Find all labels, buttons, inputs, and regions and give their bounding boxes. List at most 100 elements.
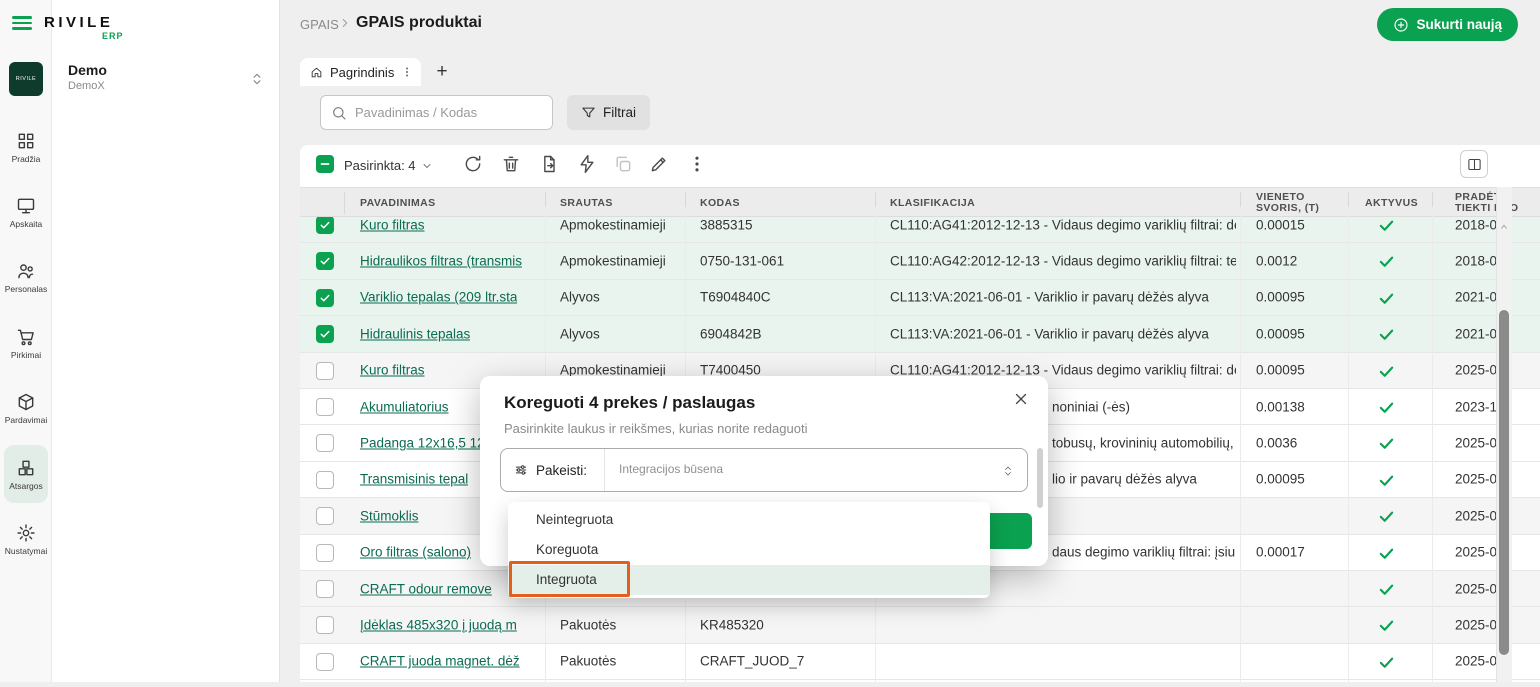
cell-vieneto-svoris: 0.0036 xyxy=(1256,436,1297,451)
row-checkbox[interactable] xyxy=(316,434,334,452)
vertical-scrollbar-thumb[interactable] xyxy=(1499,310,1509,655)
select-all-checkbox[interactable] xyxy=(316,155,334,173)
row-checkbox[interactable] xyxy=(316,289,334,307)
rail-item[interactable]: Personalas xyxy=(4,249,48,307)
cell-pradeta: 2025-0 xyxy=(1455,618,1497,633)
row-checkbox[interactable] xyxy=(316,507,334,525)
product-link[interactable]: Padanga 12x16,5 12 xyxy=(360,436,485,451)
col-aktyvus[interactable]: Aktyvus xyxy=(1365,188,1418,218)
table-row[interactable]: Įdėklas 485x320 į juodą m Pakuotės KR485… xyxy=(300,607,1540,643)
cell-pradeta: 2025-0 xyxy=(1455,545,1497,560)
product-link[interactable]: CRAFT odour remove xyxy=(360,581,492,596)
change-field[interactable]: Pakeisti: Integracijos būsena xyxy=(500,448,1028,492)
selection-count[interactable]: Pasirinkta: 4 xyxy=(344,158,433,173)
product-link[interactable]: Įdėklas 485x320 į juodą m xyxy=(360,618,517,633)
tab-pagrindinis[interactable]: Pagrindinis xyxy=(300,58,421,86)
close-icon[interactable] xyxy=(1012,390,1030,408)
product-link[interactable]: Stūmoklis xyxy=(360,508,419,523)
cell-klasifikacija: CL113:VA:2021-06-01 - Variklio ir pavarų… xyxy=(890,290,1236,305)
row-checkbox[interactable] xyxy=(316,325,334,343)
menu-toggle-icon[interactable] xyxy=(12,16,32,32)
col-pradeta[interactable]: Pradėta tiekti nuo xyxy=(1455,188,1525,218)
modal-title: Koreguoti 4 prekes / paslaugas xyxy=(504,393,755,413)
dropdown-option-integruota[interactable]: Integruota xyxy=(508,565,990,595)
sliders-icon xyxy=(514,463,528,477)
cell-pradeta: 2025-0 xyxy=(1455,508,1497,523)
org-switcher-icon[interactable] xyxy=(250,70,264,88)
modal-scrollbar-thumb[interactable] xyxy=(1037,448,1043,508)
integration-bolt-icon[interactable] xyxy=(577,154,597,174)
tab-kebab-icon[interactable] xyxy=(401,66,413,78)
cell-vieneto-svoris: 0.0012 xyxy=(1256,254,1297,269)
active-check-icon xyxy=(1378,399,1395,416)
row-checkbox[interactable] xyxy=(316,616,334,634)
cell-srautas: Apmokestinamieji xyxy=(560,254,666,269)
row-checkbox[interactable] xyxy=(316,252,334,270)
row-checkbox[interactable] xyxy=(316,544,334,562)
cell-pavadinimas: Variklio tepalas (209 ltr.sta xyxy=(360,290,517,305)
export-file-icon[interactable] xyxy=(539,154,559,174)
col-srautas[interactable]: Srautas xyxy=(560,188,613,218)
people-icon xyxy=(16,261,36,281)
table-row[interactable]: Variklio tepalas (209 ltr.sta Alyvos T69… xyxy=(300,280,1540,316)
delete-icon[interactable] xyxy=(501,154,521,174)
add-tab-button[interactable]: + xyxy=(430,59,454,85)
row-checkbox[interactable] xyxy=(316,471,334,489)
cell-vieneto-svoris: 0.00095 xyxy=(1256,326,1305,341)
cell-vieneto-svoris: 0.00095 xyxy=(1256,472,1305,487)
product-link[interactable]: Kuro filtras xyxy=(360,363,425,378)
rail-item[interactable]: Nustatymai xyxy=(4,510,48,568)
cell-pradeta: 2025-0 xyxy=(1455,363,1497,378)
rail-item[interactable]: Pardavimai xyxy=(4,380,48,438)
col-vieneto-svoris[interactable]: Vieneto svoris, (t) xyxy=(1256,188,1336,218)
col-kodas[interactable]: Kodas xyxy=(700,188,740,218)
rail-item[interactable]: Apskaita xyxy=(4,183,48,241)
dropdown-option-koreguota[interactable]: Koreguota xyxy=(508,535,990,565)
org-logo: RIVILE xyxy=(9,62,43,96)
table-row[interactable]: CRAFT juoda magnet. dėž Pakuotės CRAFT_J… xyxy=(300,644,1540,680)
product-link[interactable]: Variklio tepalas (209 ltr.sta xyxy=(360,290,517,305)
more-kebab-icon[interactable] xyxy=(687,154,707,174)
product-link[interactable]: Oro filtras (salono) xyxy=(360,545,471,560)
column-settings-button[interactable] xyxy=(1460,150,1488,178)
create-new-button[interactable]: Sukurti naują xyxy=(1377,8,1518,41)
row-checkbox[interactable] xyxy=(316,580,334,598)
search-box xyxy=(320,95,553,130)
active-check-icon xyxy=(1378,290,1395,307)
table-row[interactable]: Hidraulinis tepalas Alyvos 6904842B CL11… xyxy=(300,316,1540,352)
search-input[interactable] xyxy=(355,96,547,129)
rail-item[interactable]: Pirkimai xyxy=(4,314,48,372)
product-link[interactable]: Akumuliatorius xyxy=(360,399,449,414)
cell-srautas: Apmokestinamieji xyxy=(560,217,666,232)
filter-button[interactable]: Filtrai xyxy=(567,95,650,130)
create-new-label: Sukurti naują xyxy=(1416,17,1502,32)
row-checkbox[interactable] xyxy=(316,216,334,234)
product-link[interactable]: Transmisinis tepal xyxy=(360,472,468,487)
row-checkbox[interactable] xyxy=(316,653,334,671)
select-spinner-icon[interactable] xyxy=(1002,462,1014,480)
rail-item[interactable]: Atsargos xyxy=(4,445,48,503)
product-link[interactable]: Hidraulinis tepalas xyxy=(360,326,470,341)
row-checkbox[interactable] xyxy=(316,362,334,380)
product-link[interactable]: CRAFT juoda magnet. dėž xyxy=(360,654,520,669)
product-link[interactable]: Hidraulikos filtras (transmis xyxy=(360,254,522,269)
filter-label: Filtrai xyxy=(603,105,636,120)
change-field-prefix[interactable]: Pakeisti: xyxy=(501,449,605,491)
rail-item[interactable]: Pradžia xyxy=(4,118,48,176)
col-klasifikacija[interactable]: Klasifikacija xyxy=(890,188,975,218)
row-checkbox[interactable] xyxy=(316,398,334,416)
org-name: Demo xyxy=(68,62,107,78)
table-row[interactable]: Hidraulikos filtras (transmis Apmokestin… xyxy=(300,243,1540,279)
breadcrumb-parent[interactable]: GPAIS xyxy=(300,17,339,32)
product-link[interactable]: Kuro filtras xyxy=(360,217,425,232)
cell-pradeta: 2021-0 xyxy=(1455,326,1497,341)
cell-vieneto-svoris: 0.00095 xyxy=(1256,363,1305,378)
cell-pavadinimas: CRAFT odour remove xyxy=(360,581,492,596)
scrollbar-up-arrow[interactable] xyxy=(1499,218,1509,236)
monitor-icon xyxy=(16,196,36,216)
cell-pavadinimas: Hidraulikos filtras (transmis xyxy=(360,254,522,269)
dropdown-option-neintegruota[interactable]: Neintegruota xyxy=(508,505,990,535)
col-pavadinimas[interactable]: Pavadinimas xyxy=(360,188,436,218)
edit-pencil-icon[interactable] xyxy=(649,154,669,174)
refresh-icon[interactable] xyxy=(463,154,483,174)
